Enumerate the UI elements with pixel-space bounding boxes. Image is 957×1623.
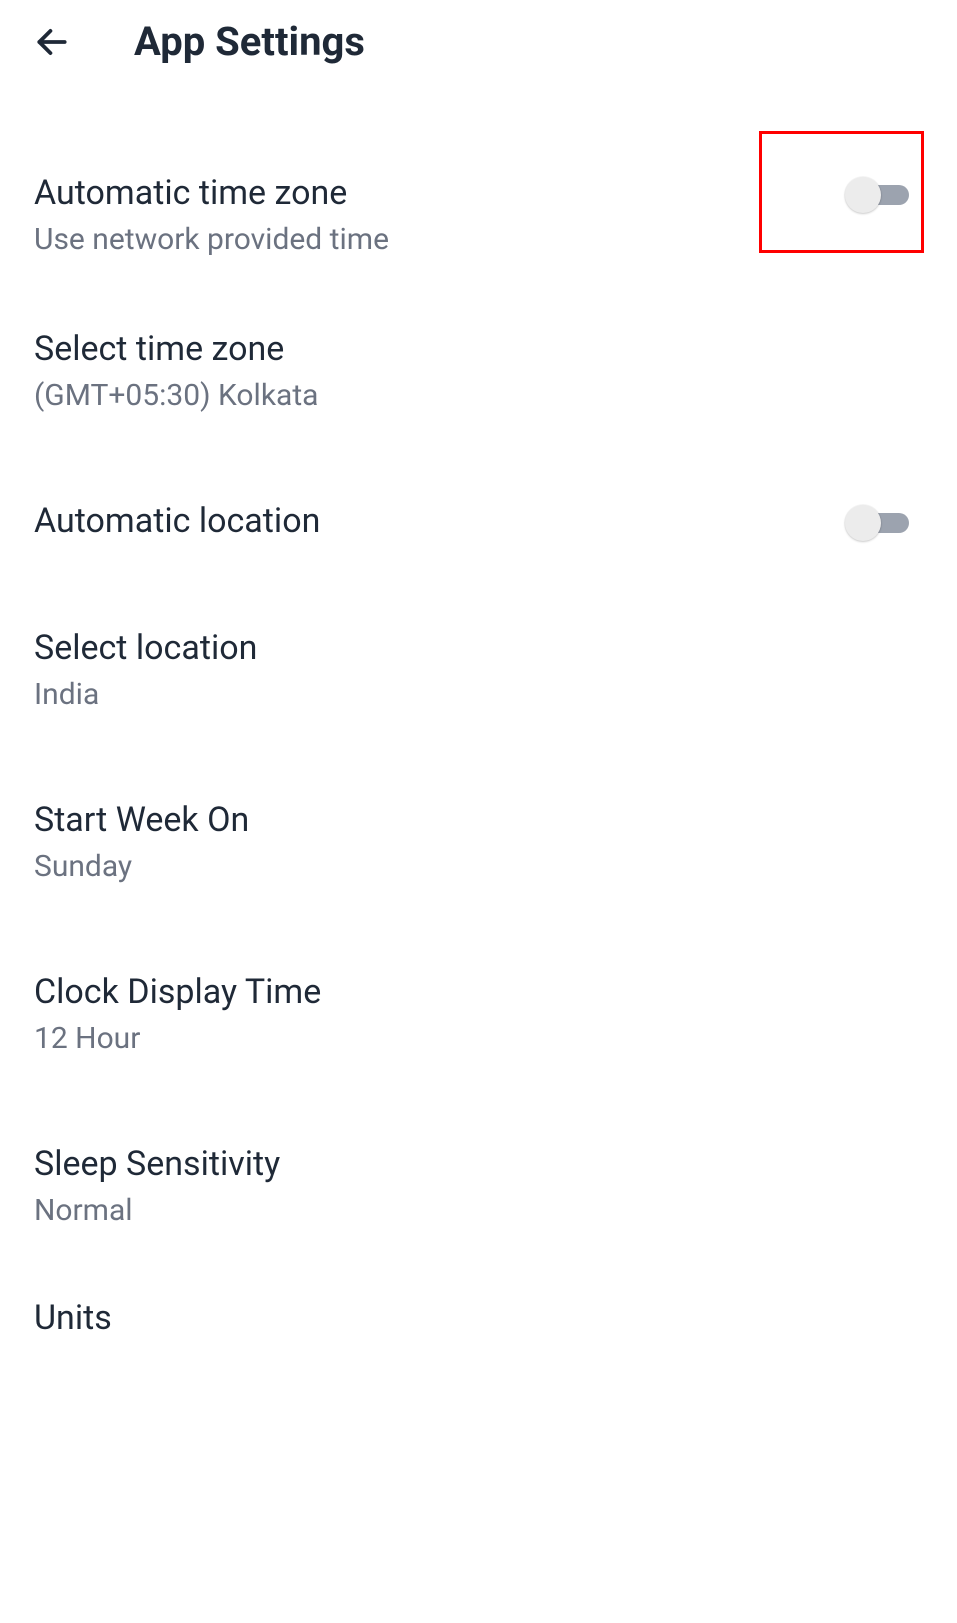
header: App Settings — [0, 0, 957, 85]
setting-text: Clock Display Time 12 Hour — [34, 970, 321, 1060]
setting-text: Start Week On Sunday — [34, 798, 249, 888]
setting-label: Sleep Sensitivity — [34, 1142, 280, 1186]
setting-label: Start Week On — [34, 798, 249, 842]
setting-label: Units — [34, 1296, 112, 1340]
settings-list: Automatic time zone Use network provided… — [0, 85, 957, 1381]
setting-units[interactable]: Units — [34, 1272, 923, 1380]
back-button[interactable] — [30, 20, 74, 64]
setting-automatic-location[interactable]: Automatic location — [34, 473, 923, 599]
toggle-thumb — [845, 177, 881, 213]
setting-sublabel: Sunday — [34, 846, 249, 888]
arrow-left-icon — [33, 23, 71, 61]
setting-sleep-sensitivity[interactable]: Sleep Sensitivity Normal — [34, 1116, 923, 1272]
setting-clock-display-time[interactable]: Clock Display Time 12 Hour — [34, 944, 923, 1116]
setting-start-week-on[interactable]: Start Week On Sunday — [34, 772, 923, 944]
setting-label: Automatic location — [34, 499, 320, 543]
setting-text: Select location India — [34, 626, 257, 716]
setting-label: Select location — [34, 626, 257, 670]
setting-sublabel: Use network provided time — [34, 219, 389, 261]
setting-sublabel: Normal — [34, 1190, 280, 1232]
setting-sublabel: India — [34, 674, 257, 716]
setting-text: Sleep Sensitivity Normal — [34, 1142, 280, 1232]
setting-sublabel: (GMT+05:30) Kolkata — [34, 375, 318, 417]
toggle-thumb — [845, 505, 881, 541]
setting-label: Automatic time zone — [34, 171, 389, 215]
setting-automatic-time-zone[interactable]: Automatic time zone Use network provided… — [34, 145, 923, 301]
automatic-location-toggle[interactable] — [849, 505, 913, 541]
page-title: App Settings — [134, 18, 365, 65]
setting-select-location[interactable]: Select location India — [34, 600, 923, 772]
setting-label: Clock Display Time — [34, 970, 321, 1014]
setting-text: Automatic time zone Use network provided… — [34, 171, 389, 261]
setting-text: Automatic location — [34, 499, 320, 543]
toggle-container — [849, 505, 913, 541]
setting-text: Select time zone (GMT+05:30) Kolkata — [34, 327, 318, 417]
automatic-time-zone-toggle[interactable] — [849, 177, 913, 213]
setting-select-time-zone[interactable]: Select time zone (GMT+05:30) Kolkata — [34, 301, 923, 473]
setting-text: Units — [34, 1296, 112, 1340]
setting-sublabel: 12 Hour — [34, 1018, 321, 1060]
toggle-container — [849, 177, 913, 213]
setting-label: Select time zone — [34, 327, 318, 371]
